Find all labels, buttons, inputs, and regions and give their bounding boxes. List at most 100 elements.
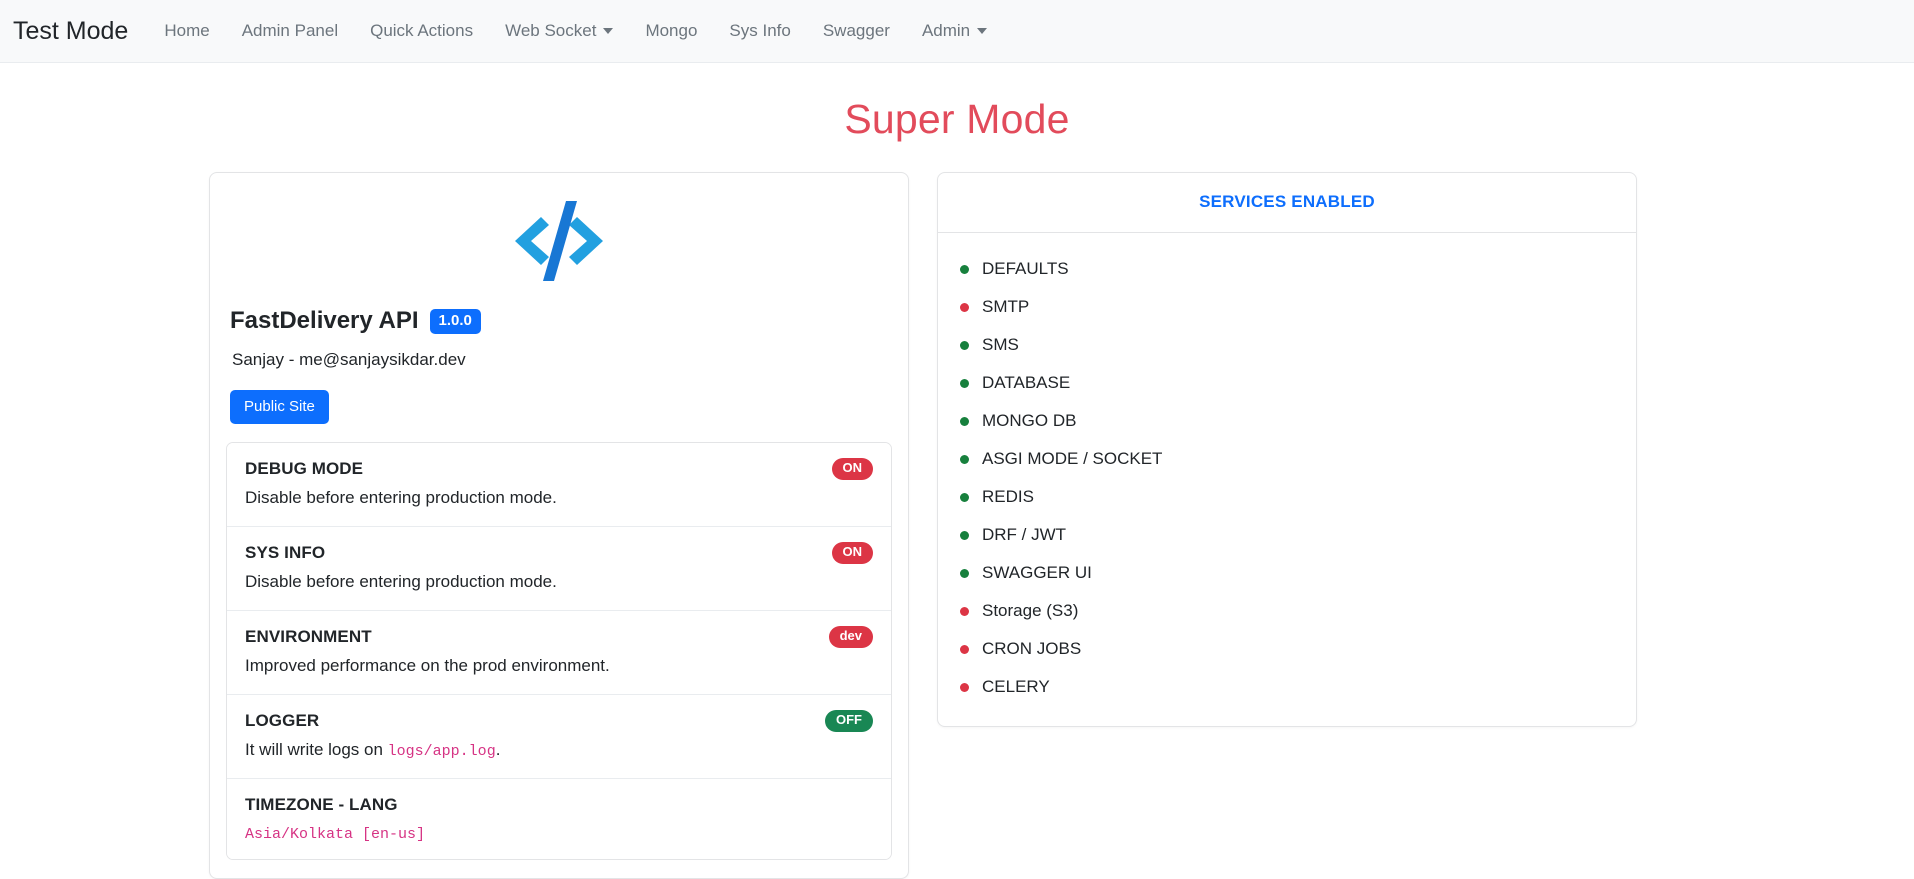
- status-dot-enabled-icon: [960, 416, 969, 426]
- setting-item: SYS INFO ON Disable before entering produc…: [227, 527, 891, 612]
- version-badge: 1.0.0: [429, 309, 481, 334]
- setting-header-row: ENVIRONMENT dev: [245, 626, 873, 648]
- status-dot-enabled-icon: [960, 378, 969, 388]
- services-card-header: SERVICES ENABLED: [938, 173, 1636, 234]
- status-dot-enabled-icon: [960, 492, 969, 502]
- chevron-down-icon: [977, 28, 988, 34]
- service-label: SMTP: [982, 297, 1030, 317]
- status-dot-disabled-icon: [960, 302, 969, 312]
- status-dot-enabled-icon: [960, 454, 969, 464]
- service-label: SWAGGER UI: [982, 563, 1092, 583]
- status-dot-enabled-icon: [960, 530, 969, 540]
- setting-description: Disable before entering production mode.: [245, 488, 557, 508]
- services-list: DEFAULTS SMTP SMS DATABASE MONGO DB ASGI MODE…: [938, 233, 1636, 726]
- services-header-title: SERVICES ENABLED: [1199, 192, 1375, 212]
- nav-link-label[interactable]: Web Socket: [489, 13, 629, 49]
- nav-link-label[interactable]: Admin: [906, 13, 1003, 49]
- status-badge: ON: [831, 542, 873, 564]
- nav-link-label[interactable]: Admin Panel: [226, 13, 354, 49]
- nav-item-swagger[interactable]: Swagger: [807, 13, 906, 49]
- service-label: ASGI MODE / SOCKET: [982, 449, 1163, 469]
- setting-description-suffix: .: [495, 740, 501, 760]
- navbar-menu: Home Admin Panel Quick Actions Web Socket Mo…: [148, 13, 1003, 49]
- nav-item-admin[interactable]: Admin: [906, 13, 1003, 49]
- service-item: SWAGGER UI: [938, 554, 1636, 592]
- info-column: FastDelivery API 1.0.0 Sanjay - me@sanja…: [209, 172, 909, 879]
- logo-container: [226, 189, 892, 293]
- status-dot-disabled-icon: [960, 644, 969, 654]
- setting-description-prefix: It will write logs on: [245, 740, 388, 760]
- setting-item: DEBUG MODE ON Disable before entering prod…: [227, 442, 891, 528]
- status-badge: OFF: [825, 710, 873, 733]
- nav-link-label[interactable]: Swagger: [807, 13, 906, 49]
- service-label: DATABASE: [982, 373, 1071, 393]
- nav-item-admin-panel[interactable]: Admin Panel: [226, 13, 354, 49]
- setting-description: It will write logs on logs/app.log.: [245, 739, 873, 762]
- log-path-code: logs/app.log: [387, 743, 496, 761]
- service-item: CRON JOBS: [938, 630, 1636, 668]
- setting-item: LOGGER OFF It will write logs on logs/app.…: [227, 695, 891, 780]
- setting-description: Disable before entering production mode.: [245, 572, 557, 592]
- service-label: REDIS: [982, 487, 1034, 507]
- setting-title: DEBUG MODE: [245, 458, 364, 478]
- setting-title: SYS INFO: [245, 543, 326, 563]
- setting-title: LOGGER: [245, 711, 320, 731]
- service-item: SMS: [938, 326, 1636, 364]
- chevron-down-icon: [603, 28, 614, 34]
- api-title-row: FastDelivery API 1.0.0: [228, 307, 892, 336]
- public-site-button[interactable]: Public Site: [230, 389, 329, 424]
- service-item: SMTP: [938, 288, 1636, 326]
- status-dot-enabled-icon: [960, 264, 969, 274]
- nav-link-label[interactable]: Sys Info: [713, 13, 806, 49]
- service-item: DEFAULTS: [938, 250, 1636, 288]
- top-navbar: Test Mode Home Admin Panel Quick Actions We…: [0, 0, 1914, 63]
- api-name: FastDelivery API: [230, 307, 419, 335]
- setting-header-row: SYS INFO ON: [245, 542, 873, 564]
- service-item: CELERY: [938, 668, 1636, 706]
- setting-title: TIMEZONE - LANG: [245, 795, 398, 815]
- setting-header-row: DEBUG MODE ON: [245, 457, 873, 480]
- page-title: Super Mode: [844, 96, 1070, 142]
- nav-item-home[interactable]: Home: [148, 13, 225, 49]
- code-brackets-icon: [511, 197, 607, 285]
- services-column: SERVICES ENABLED DEFAULTS SMTP SMS DATABASE…: [937, 172, 1637, 728]
- service-label: DEFAULTS: [982, 259, 1069, 279]
- nav-item-sys-info[interactable]: Sys Info: [713, 13, 806, 49]
- services-enabled-card: SERVICES ENABLED DEFAULTS SMTP SMS DATABASE…: [937, 172, 1637, 728]
- service-label: Storage (S3): [982, 601, 1079, 621]
- setting-description: Improved performance on the prod environ…: [245, 656, 610, 676]
- service-label: SMS: [982, 335, 1019, 355]
- settings-list: DEBUG MODE ON Disable before entering prod…: [226, 441, 892, 860]
- service-item: DRF / JWT: [938, 516, 1636, 554]
- nav-item-mongo[interactable]: Mongo: [629, 13, 713, 49]
- service-item: ASGI MODE / SOCKET: [938, 440, 1636, 478]
- status-dot-enabled-icon: [960, 568, 969, 578]
- nav-link-label[interactable]: Mongo: [629, 13, 713, 49]
- setting-header-row: LOGGER OFF: [245, 710, 873, 733]
- setting-title: ENVIRONMENT: [245, 627, 372, 647]
- service-label: CRON JOBS: [982, 639, 1082, 659]
- nav-item-quick-actions[interactable]: Quick Actions: [354, 13, 489, 49]
- nav-link-label[interactable]: Home: [148, 13, 225, 49]
- setting-header-row: TIMEZONE - LANG: [245, 794, 873, 816]
- status-dot-enabled-icon: [960, 340, 969, 350]
- service-item: MONGO DB: [938, 402, 1636, 440]
- status-badge: ON: [831, 457, 873, 480]
- api-info-card: FastDelivery API 1.0.0 Sanjay - me@sanja…: [209, 172, 909, 879]
- status-dot-disabled-icon: [960, 606, 969, 616]
- service-item: REDIS: [938, 478, 1636, 516]
- setting-item: TIMEZONE - LANG Asia/Kolkata [en-us]: [227, 779, 891, 859]
- service-label: DRF / JWT: [982, 525, 1067, 545]
- navbar-brand[interactable]: Test Mode: [13, 18, 128, 44]
- setting-item: ENVIRONMENT dev Improved performance on th…: [227, 611, 891, 696]
- service-item: DATABASE: [938, 364, 1636, 402]
- status-badge: dev: [828, 626, 873, 648]
- nav-link-label[interactable]: Quick Actions: [354, 13, 489, 49]
- status-dot-disabled-icon: [960, 682, 969, 692]
- nav-item-web-socket[interactable]: Web Socket: [489, 13, 629, 49]
- main-container: FastDelivery API 1.0.0 Sanjay - me@sanja…: [192, 172, 1722, 879]
- author-line: Sanjay - me@sanjaysikdar.dev: [232, 349, 466, 369]
- service-label: CELERY: [982, 677, 1050, 697]
- service-item: Storage (S3): [938, 592, 1636, 630]
- service-label: MONGO DB: [982, 411, 1077, 431]
